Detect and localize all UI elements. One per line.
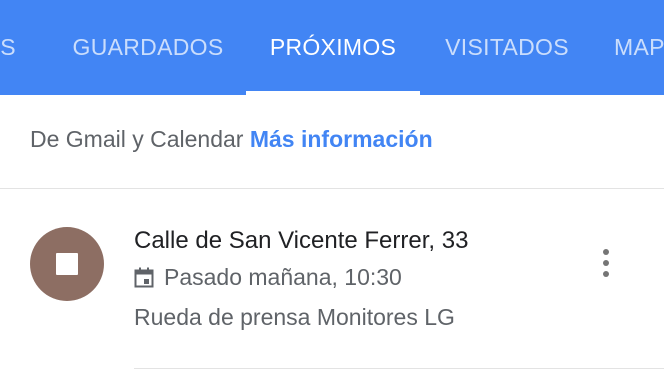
tab-guardados[interactable]: GUARDADOS [62, 0, 234, 95]
tab-label: PRÓXIMOS [269, 34, 397, 60]
event-subtitle: Rueda de prensa Monitores LG [134, 304, 455, 330]
tab-label: VISITADOS [445, 34, 569, 60]
tab-bar: OS GUARDADOS PRÓXIMOS VISITADOS MAP [0, 0, 664, 95]
more-options-icon[interactable] [594, 245, 618, 281]
tab-label: GUARDADOS [72, 34, 224, 60]
tab-label: OS [0, 34, 16, 60]
list-item[interactable]: Calle de San Vicente Ferrer, 33 Pasado m… [0, 189, 664, 377]
tab-proximos[interactable]: PRÓXIMOS [246, 0, 420, 95]
tab-partial-left[interactable]: OS [0, 0, 28, 95]
event-date-row: Pasado mañana, 10:30 [134, 264, 402, 291]
more-info-link[interactable]: Más información [250, 126, 433, 152]
calendar-icon [134, 267, 154, 287]
stop-square-icon [56, 253, 78, 275]
source-info-text: De Gmail y Calendar [30, 126, 250, 152]
source-info: De Gmail y Calendar Más información [30, 126, 433, 153]
item-divider [134, 368, 664, 369]
tab-visitados[interactable]: VISITADOS [432, 0, 582, 95]
event-title: Calle de San Vicente Ferrer, 33 [134, 227, 469, 254]
tab-label: MAP [614, 34, 664, 60]
event-date: Pasado mañana, 10:30 [164, 264, 402, 290]
tab-partial-right[interactable]: MAP [604, 0, 664, 95]
active-tab-indicator [246, 91, 420, 95]
avatar [30, 227, 104, 301]
